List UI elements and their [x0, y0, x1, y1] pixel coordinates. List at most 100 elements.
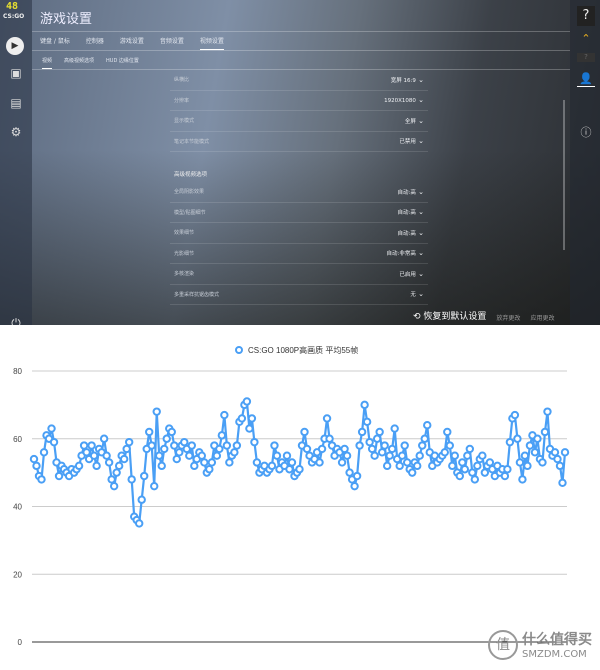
user-icon[interactable]: 👤	[577, 71, 595, 87]
data-point	[418, 441, 427, 450]
setting-shadow[interactable]: 全局阴影效果 自动:高	[170, 182, 428, 203]
data-point	[390, 424, 399, 433]
setting-msaa[interactable]: 多重采样抗锯齿模式 无	[170, 285, 428, 305]
data-point	[32, 461, 41, 471]
data-point	[372, 434, 382, 443]
data-point	[74, 461, 84, 471]
data-point	[367, 444, 377, 454]
data-point	[222, 441, 232, 450]
help-icon[interactable]: ?	[577, 6, 595, 26]
data-point	[355, 441, 364, 450]
data-point	[127, 475, 136, 484]
setting-aspect-ratio[interactable]: 纵横比 宽屏 16:9	[170, 70, 428, 91]
fps-counter: 48	[6, 1, 19, 12]
setting-display-mode[interactable]: 显示模式 全屏	[170, 111, 428, 132]
setting-multicore[interactable]: 多核渲染 已启用	[170, 264, 428, 285]
data-point	[237, 414, 247, 423]
data-point	[230, 448, 239, 457]
data-point	[197, 451, 207, 460]
data-point	[470, 475, 480, 484]
data-point	[555, 461, 565, 471]
setting-effects[interactable]: 效果细节 自动:高	[170, 223, 428, 244]
data-point	[478, 451, 487, 460]
tab-keyboard-mouse[interactable]: 键盘 / 鼠标	[40, 36, 70, 50]
data-point	[282, 451, 292, 460]
data-point	[155, 451, 164, 460]
data-point	[443, 427, 452, 437]
data-point	[445, 441, 454, 450]
reset-defaults-button[interactable]: ⟲ 恢复到默认设置	[413, 312, 486, 323]
divider	[32, 31, 570, 32]
data-point	[252, 458, 262, 467]
setting-dropdown[interactable]: 自动:高	[398, 208, 424, 216]
help-icon[interactable]: ?	[577, 53, 595, 62]
setting-dropdown[interactable]: 全屏	[405, 117, 424, 125]
setting-dropdown[interactable]: 已禁用	[399, 137, 424, 145]
data-point	[147, 441, 156, 450]
data-point	[162, 434, 171, 443]
data-point	[119, 454, 129, 464]
data-point	[47, 424, 56, 433]
setting-label: 纵横比	[174, 77, 190, 84]
tv-icon[interactable]: ▤	[7, 94, 25, 112]
setting-dropdown[interactable]: 已启用	[399, 270, 424, 278]
data-point	[375, 427, 384, 437]
data-point	[448, 461, 457, 471]
setting-shader[interactable]: 光影细节 自动:非常高	[170, 244, 428, 264]
data-point	[270, 441, 279, 450]
data-point	[420, 434, 429, 443]
data-point	[207, 458, 217, 467]
setting-label: 多核渲染	[174, 271, 195, 278]
data-point	[172, 454, 181, 464]
data-point	[558, 478, 567, 487]
gear-icon[interactable]: ⚙	[7, 123, 25, 141]
data-point	[540, 427, 550, 437]
data-point	[340, 444, 349, 454]
subtab-video[interactable]: 视频	[42, 57, 53, 69]
subtab-advanced-video[interactable]: 高级视频选项	[64, 57, 94, 69]
data-point	[300, 427, 309, 437]
data-point	[287, 458, 297, 467]
setting-dropdown[interactable]: 1920X1080	[384, 96, 424, 104]
data-point	[250, 437, 259, 447]
data-point	[525, 441, 535, 450]
briefcase-icon[interactable]: ▣	[7, 64, 25, 82]
section-title: 高级视频选项	[174, 172, 208, 178]
info-icon[interactable]: ⓘ	[577, 125, 595, 141]
tab-game[interactable]: 游戏设置	[120, 36, 144, 50]
play-icon[interactable]: ▶	[6, 37, 24, 55]
data-point	[380, 441, 389, 450]
data-point	[200, 458, 209, 467]
data-point	[102, 451, 111, 460]
data-point	[455, 471, 465, 481]
data-point	[468, 468, 477, 477]
setting-dropdown[interactable]: 无	[410, 290, 424, 298]
subtab-hud-edge[interactable]: HUD 边缘位置	[106, 57, 139, 69]
setting-laptop-power[interactable]: 笔记本节能模式 已禁用	[170, 132, 428, 152]
tab-audio[interactable]: 音频设置	[160, 36, 184, 50]
data-point	[362, 417, 372, 427]
discard-button[interactable]: 放弃更改	[496, 313, 520, 322]
setting-model-texture[interactable]: 模型/贴图细节 自动:高	[170, 203, 428, 223]
data-point	[175, 448, 184, 457]
data-point	[267, 461, 277, 471]
data-point	[465, 444, 475, 454]
data-point	[92, 461, 101, 471]
setting-dropdown[interactable]: 自动:非常高	[387, 249, 424, 257]
setting-resolution[interactable]: 分辨率 1920X1080	[170, 91, 428, 111]
tab-controller[interactable]: 控制器	[86, 36, 104, 50]
data-point	[515, 458, 525, 467]
data-point	[385, 451, 394, 460]
setting-dropdown[interactable]: 自动:高	[398, 229, 424, 237]
scrollbar[interactable]	[563, 100, 565, 250]
apply-button[interactable]: 应用更改	[530, 313, 554, 322]
y-tick-label: 40	[13, 503, 22, 512]
tab-video[interactable]: 视频设置	[199, 36, 224, 50]
chevron-up-icon[interactable]: ⌃	[577, 31, 595, 47]
watermark-logo: 值	[488, 629, 518, 660]
settings-tabs: 键盘 / 鼠标 控制器 游戏设置 音频设置 视频设置	[40, 36, 224, 50]
setting-dropdown[interactable]: 宽屏 16:9	[391, 76, 424, 84]
setting-dropdown[interactable]: 自动:高	[398, 188, 424, 196]
power-icon[interactable]: ⏻	[7, 314, 25, 325]
data-point	[505, 437, 515, 447]
